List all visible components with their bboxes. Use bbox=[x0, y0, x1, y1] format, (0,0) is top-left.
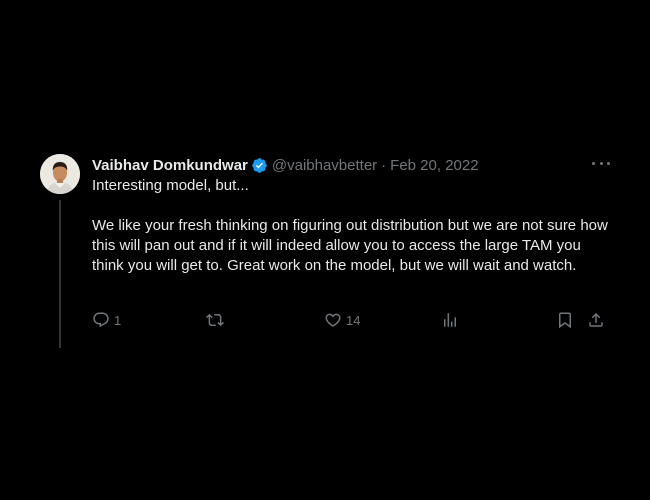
tweet-text: Interesting model, but... We like your f… bbox=[92, 176, 610, 276]
tweet-header: Vaibhav Domkundwar @vaibhavbetter · Feb … bbox=[92, 155, 610, 175]
avatar[interactable] bbox=[40, 154, 80, 194]
bookmark-icon bbox=[556, 311, 574, 329]
retweet-icon bbox=[206, 311, 224, 329]
views-button[interactable] bbox=[441, 310, 459, 330]
bookmark-button[interactable] bbox=[556, 310, 574, 330]
reply-count: 1 bbox=[114, 312, 122, 328]
tweet-actions: 1 14 bbox=[92, 310, 610, 330]
tweet-text-paragraph: We like your fresh thinking on figuring … bbox=[92, 217, 608, 274]
like-count: 14 bbox=[346, 312, 361, 328]
thread-line bbox=[59, 200, 61, 348]
reply-button[interactable]: 1 bbox=[92, 310, 121, 330]
verified-badge-icon bbox=[251, 157, 268, 174]
more-dots-icon[interactable] bbox=[592, 156, 610, 170]
tweet-text-line1: Interesting model, but... bbox=[92, 177, 249, 194]
tweet-date[interactable]: Feb 20, 2022 bbox=[390, 157, 478, 174]
retweet-button[interactable] bbox=[206, 310, 224, 330]
avatar-image bbox=[40, 154, 80, 194]
reply-icon bbox=[92, 311, 110, 329]
author-handle[interactable]: @vaibhavbetter bbox=[272, 157, 377, 174]
share-button[interactable] bbox=[587, 310, 605, 330]
like-button[interactable]: 14 bbox=[324, 310, 360, 330]
share-icon bbox=[587, 311, 605, 329]
separator-dot: · bbox=[381, 156, 387, 174]
tweet[interactable]: Vaibhav Domkundwar @vaibhavbetter · Feb … bbox=[40, 152, 620, 352]
author-name[interactable]: Vaibhav Domkundwar bbox=[92, 157, 248, 174]
heart-icon bbox=[324, 311, 342, 329]
views-bar-chart-icon bbox=[441, 311, 459, 329]
